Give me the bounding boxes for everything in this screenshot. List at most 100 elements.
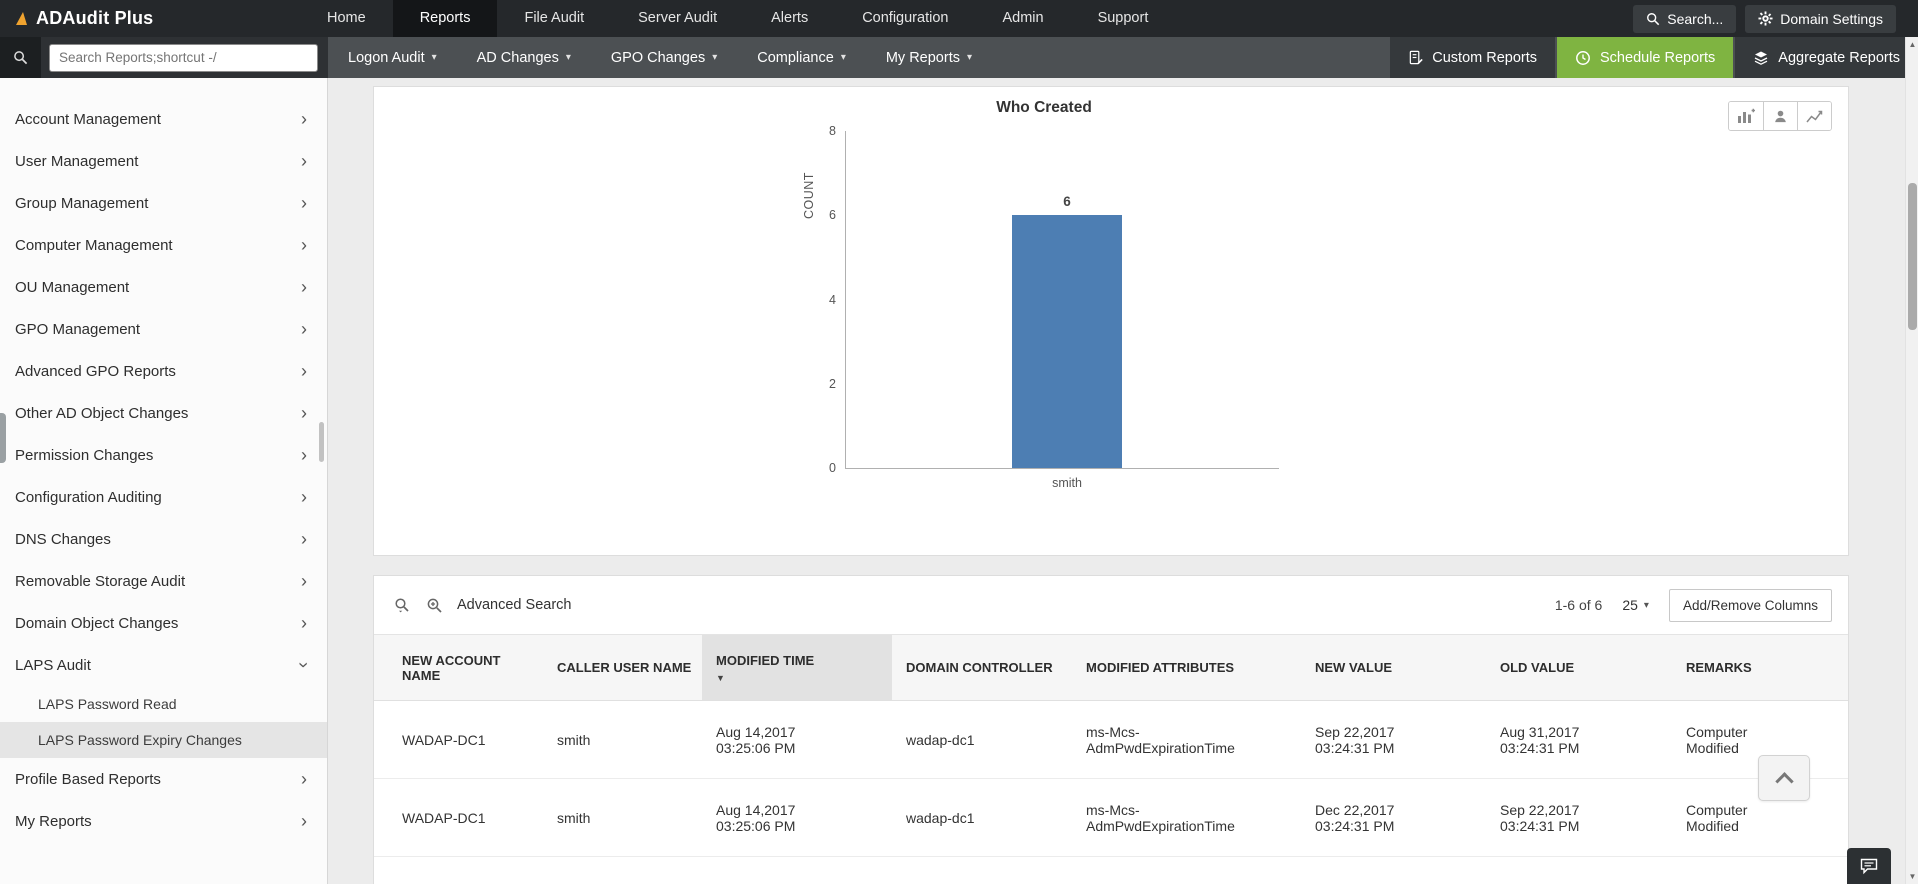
y-axis-tick: 2 [829,376,836,391]
nav-tab-alerts[interactable]: Alerts [744,0,835,37]
pagination-info: 1-6 of 6 [1554,597,1603,613]
y-axis-tick: 4 [829,292,836,307]
table-cell: Aug 31,2017 03:24:31 PM [1486,700,1672,779]
page-size-select[interactable]: 25 ▾ [1622,597,1649,613]
sidebar-item-group-management[interactable]: Group Management › [0,182,327,224]
sidebar-item-account-management[interactable]: Account Management › [0,98,327,140]
page-scrollbar[interactable]: ▲ ▼ [1905,37,1918,884]
nav-tab-reports[interactable]: Reports [392,0,498,37]
menu-gpo-changes[interactable]: GPO Changes ▾ [591,37,737,78]
sidebar-item-label: Other AD Object Changes [15,404,189,422]
table-cell: Aug 14,2017 03:25:06 PM [702,700,892,779]
column-header-new-value[interactable]: NEW VALUE [1301,634,1486,701]
add-remove-columns-button[interactable]: Add/Remove Columns [1668,588,1832,622]
chart-x-category-label: smith [1052,476,1082,490]
column-header-modified-time[interactable]: MODIFIED TIME ▼ [702,634,892,701]
sidebar-item-configuration-auditing[interactable]: Configuration Auditing › [0,476,327,518]
column-header-caller-user-name[interactable]: CALLER USER NAME [543,634,702,701]
menu-logon-audit[interactable]: Logon Audit ▾ [328,37,457,78]
advanced-search-label[interactable]: Advanced Search [457,597,571,613]
table-cell: smith [543,700,702,779]
sidebar-item-my-reports[interactable]: My Reports › [0,800,327,842]
line-chart-button[interactable] [1797,102,1831,130]
sidebar-subitem-laps-password-expiry-changes[interactable]: LAPS Password Expiry Changes [0,722,327,758]
quick-search-button[interactable] [394,597,410,613]
user-view-button[interactable] [1763,102,1797,130]
scrollbar-up-arrow[interactable]: ▲ [1906,37,1918,52]
user-icon [1775,110,1786,122]
menu-compliance[interactable]: Compliance ▾ [737,37,866,78]
sort-descending-icon: ▼ [716,672,725,683]
table-cell: smith [543,778,702,857]
report-search-input[interactable] [49,43,318,72]
chevron-right-icon: › [301,193,307,213]
chevron-right-icon: › [301,769,307,789]
sidebar-item-removable-storage-audit[interactable]: Removable Storage Audit › [0,560,327,602]
nav-tab-file-audit[interactable]: File Audit [497,0,611,37]
schedule-reports-button[interactable]: Schedule Reports [1557,37,1734,78]
chart-title: Who Created [996,99,1092,116]
custom-report-icon [1409,50,1423,65]
global-search-button[interactable]: Search... [1633,4,1737,33]
menu-label: Logon Audit [348,49,425,66]
column-header-old-value[interactable]: OLD VALUE [1486,634,1672,701]
table-cell: ms-Mcs- AdmPwdExpirationTime [1072,778,1301,857]
nav-tab-server-audit[interactable]: Server Audit [611,0,744,37]
chat-bubble-icon [1860,858,1878,875]
chat-support-button[interactable] [1847,848,1891,884]
column-header-modified-attributes[interactable]: MODIFIED ATTRIBUTES [1072,634,1301,701]
sidebar-scrollbar-thumb[interactable] [319,422,324,462]
aggregate-reports-button[interactable]: Aggregate Reports [1735,37,1918,78]
chevron-right-icon: › [301,571,307,591]
table-cell: WADAP-DC1 [374,778,543,857]
scrollbar-down-arrow[interactable]: ▼ [1906,869,1918,884]
sidebar-item-other-ad-object-changes[interactable]: Other AD Object Changes › [0,392,327,434]
sidebar-item-dns-changes[interactable]: DNS Changes › [0,518,327,560]
sidebar-collapse-handle[interactable] [0,413,6,463]
table-row[interactable]: WADAP-DC1 smith Aug 14,2017 03:25:06 PM wad… [374,778,1848,857]
main-content: Who Created COUNT 6 smith 02468 Advanced… [328,78,1905,884]
sidebar-item-advanced-gpo-reports[interactable]: Advanced GPO Reports › [0,350,327,392]
domain-settings-button[interactable]: Domain Settings [1745,4,1896,33]
sidebar-item-ou-management[interactable]: OU Management › [0,266,327,308]
scroll-to-top-button[interactable] [1758,755,1810,801]
y-axis-tick: 0 [829,461,836,475]
scrollbar-thumb[interactable] [1908,183,1917,330]
topnav-items: Home Reports File Audit Server Audit Alerts C… [300,0,1175,37]
nav-tab-admin[interactable]: Admin [975,0,1070,37]
nav-tab-support[interactable]: Support [1071,0,1176,37]
nav-tab-configuration[interactable]: Configuration [835,0,975,37]
caret-down-icon: ▾ [565,52,571,63]
report-table: NEW ACCOUNT NAME CALLER USER NAME MODIFIED… [374,634,1848,857]
table-cell: WADAP-DC1 [374,700,543,779]
column-header-remarks[interactable]: REMARKS [1672,634,1848,701]
table-row[interactable]: WADAP-DC1 smith Aug 14,2017 03:25:06 PM wad… [374,700,1848,779]
advanced-search-button[interactable] [426,597,443,614]
column-header-new-account-name[interactable]: NEW ACCOUNT NAME [374,634,543,701]
column-header-label: NEW VALUE [1315,660,1393,675]
sidebar-item-domain-object-changes[interactable]: Domain Object Changes › [0,602,327,644]
table-toolbar-right: 1-6 of 6 25 ▾ Add/Remove Columns [1554,588,1832,622]
menu-my-reports[interactable]: My Reports ▾ [866,37,992,78]
reports-sidebar: Account Management › User Management › Group… [0,78,328,884]
column-header-domain-controller[interactable]: DOMAIN CONTROLLER [892,634,1072,701]
chart-bar[interactable]: 6 [1012,194,1122,468]
custom-reports-button[interactable]: Custom Reports [1390,37,1556,78]
domain-settings-label: Domain Settings [1780,10,1883,27]
nav-tab-home[interactable]: Home [300,0,393,37]
table-cell: Sep 22,2017 03:24:31 PM [1486,778,1672,857]
report-search-icon-box[interactable] [0,37,41,78]
sidebar-item-computer-management[interactable]: Computer Management › [0,224,327,266]
sidebar-item-label: Configuration Auditing [15,488,162,506]
bar-chart-add-button[interactable] [1729,102,1763,130]
sidebar-subitem-laps-password-read[interactable]: LAPS Password Read [0,686,327,722]
sidebar-item-gpo-management[interactable]: GPO Management › [0,308,327,350]
sidebar-item-user-management[interactable]: User Management › [0,140,327,182]
sidebar-item-label: Profile Based Reports [15,770,161,788]
chevron-right-icon: › [301,151,307,171]
reports-toolbar: Logon Audit▾AD Changes▾GPO Changes▾Compl… [0,37,1918,78]
sidebar-item-profile-based-reports[interactable]: Profile Based Reports › [0,758,327,800]
sidebar-item-permission-changes[interactable]: Permission Changes › [0,434,327,476]
sidebar-item-laps-audit[interactable]: LAPS Audit › [0,644,327,686]
menu-ad-changes[interactable]: AD Changes ▾ [457,37,591,78]
